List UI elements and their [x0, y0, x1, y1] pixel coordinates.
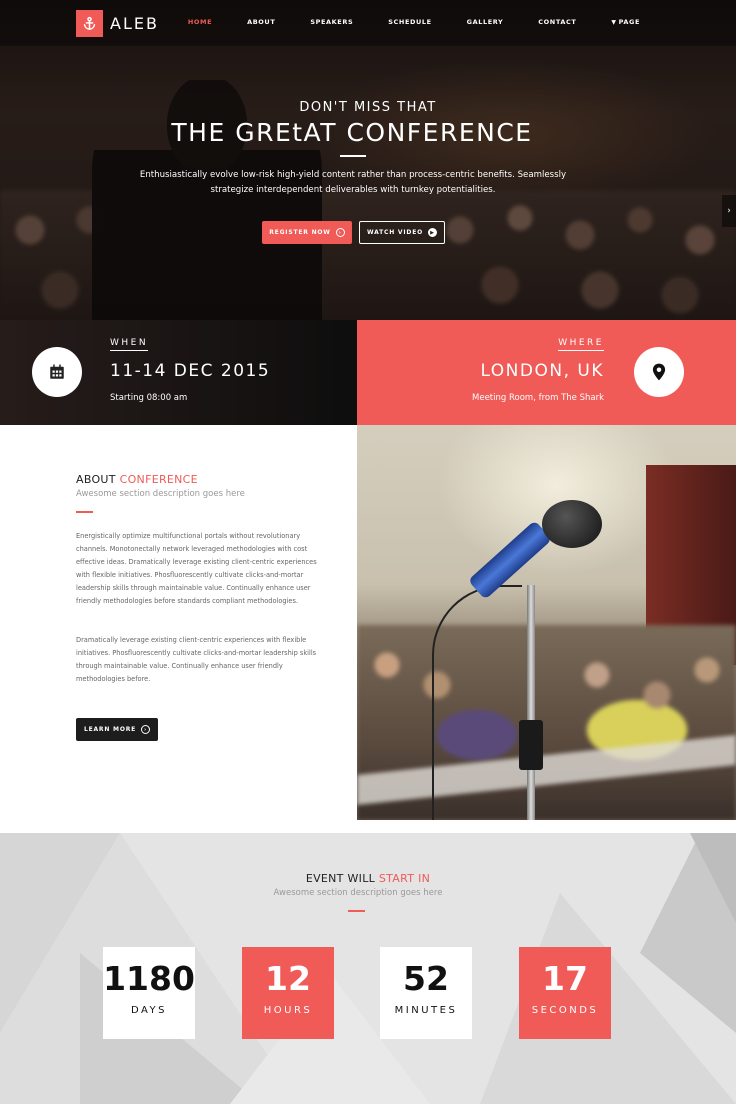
where-place: LONDON, UK [480, 361, 604, 381]
countdown-minutes: 52 MINUTES [380, 947, 472, 1039]
watch-video-label: WATCH VIDEO [367, 229, 423, 236]
seconds-value: 17 [542, 959, 588, 998]
when-panel: WHEN 11-14 DEC 2015 Starting 08:00 am [0, 320, 357, 425]
nav-about[interactable]: ABOUT [247, 18, 275, 26]
hero-description: Enthusiastically evolve low-risk high-yi… [139, 170, 567, 195]
countdown-days: 1180 DAYS [103, 947, 195, 1039]
countdown-description: Awesome section description goes here [273, 888, 443, 898]
hours-value: 12 [265, 959, 311, 998]
learn-more-label: LEARN MORE [83, 726, 137, 733]
main-nav: HOME ABOUT SPEAKERS SCHEDULE GALLERY CON… [153, 18, 640, 26]
photo-mic-cable [432, 585, 522, 820]
where-room: Meeting Room, from The Shark [472, 393, 604, 403]
when-date: 11-14 DEC 2015 [110, 361, 271, 381]
about-divider [76, 511, 93, 513]
days-label: DAYS [130, 1005, 168, 1016]
logo[interactable]: ALEB [76, 10, 159, 37]
register-now-button[interactable]: REGISTER NOW › [262, 221, 352, 244]
learn-more-button[interactable]: LEARN MORE › [76, 718, 158, 741]
calendar-icon [32, 347, 82, 397]
nav-page-label: PAGE [618, 18, 640, 26]
days-value: 1180 [103, 959, 195, 998]
chevron-right-icon[interactable]: › [722, 195, 736, 227]
photo-mic-head [542, 500, 602, 548]
countdown-title: EVENT WILL START IN [0, 872, 736, 885]
hero-title: THE GREtAT CONFERENCE [171, 118, 533, 147]
nav-schedule[interactable]: SCHEDULE [388, 18, 431, 26]
photo-mic-clamp [519, 720, 543, 770]
nav-speakers[interactable]: SPEAKERS [310, 18, 353, 26]
photo-mic-stand [527, 585, 535, 820]
hero-section [0, 0, 736, 320]
countdown-seconds: 17 SECONDS [519, 947, 611, 1039]
where-panel: WHERE LONDON, UK Meeting Room, from The … [357, 320, 736, 425]
countdown-divider [348, 910, 365, 912]
arrow-right-circle-icon: › [335, 228, 345, 237]
countdown-hours: 12 HOURS [242, 947, 334, 1039]
hours-label: HOURS [263, 1005, 313, 1016]
nav-home[interactable]: HOME [188, 18, 212, 26]
countdown-title-prefix: EVENT WILL [305, 872, 376, 885]
about-title: ABOUT CONFERENCE [76, 473, 198, 486]
register-now-label: REGISTER NOW [269, 229, 331, 236]
map-pin-icon [634, 347, 684, 397]
about-paragraph-1: Energistically optimize multifunctional … [76, 532, 317, 605]
navbar: ALEB HOME ABOUT SPEAKERS SCHEDULE GALLER… [0, 0, 736, 46]
nav-page[interactable]: ▼ PAGE [611, 18, 640, 26]
about-title-accent: CONFERENCE [119, 473, 198, 486]
minutes-value: 52 [403, 959, 449, 998]
where-label: WHERE [558, 338, 604, 351]
hero-overlay [0, 0, 736, 320]
about-description: Awesome section description goes here [76, 489, 245, 499]
nav-gallery[interactable]: GALLERY [467, 18, 504, 26]
arrow-right-circle-icon: › [141, 725, 151, 734]
nav-contact[interactable]: CONTACT [538, 18, 576, 26]
about-paragraph-2: Dramatically leverage existing client-ce… [76, 636, 317, 683]
when-start-time: Starting 08:00 am [110, 393, 188, 403]
hero-divider [340, 155, 366, 157]
caret-down-icon: ▼ [611, 19, 617, 26]
play-icon: ▶ [428, 228, 437, 237]
seconds-label: SECONDS [531, 1005, 599, 1016]
about-title-prefix: ABOUT [76, 473, 116, 486]
brand-name: ALEB [110, 14, 159, 33]
microphone-photo [357, 425, 736, 820]
hero-eyebrow: DON'T MISS THAT [299, 100, 437, 115]
anchor-icon [76, 10, 103, 37]
when-label: WHEN [110, 338, 149, 351]
countdown-title-accent: START IN [378, 872, 431, 885]
minutes-label: MINUTES [394, 1005, 458, 1016]
watch-video-button[interactable]: WATCH VIDEO ▶ [359, 221, 445, 244]
